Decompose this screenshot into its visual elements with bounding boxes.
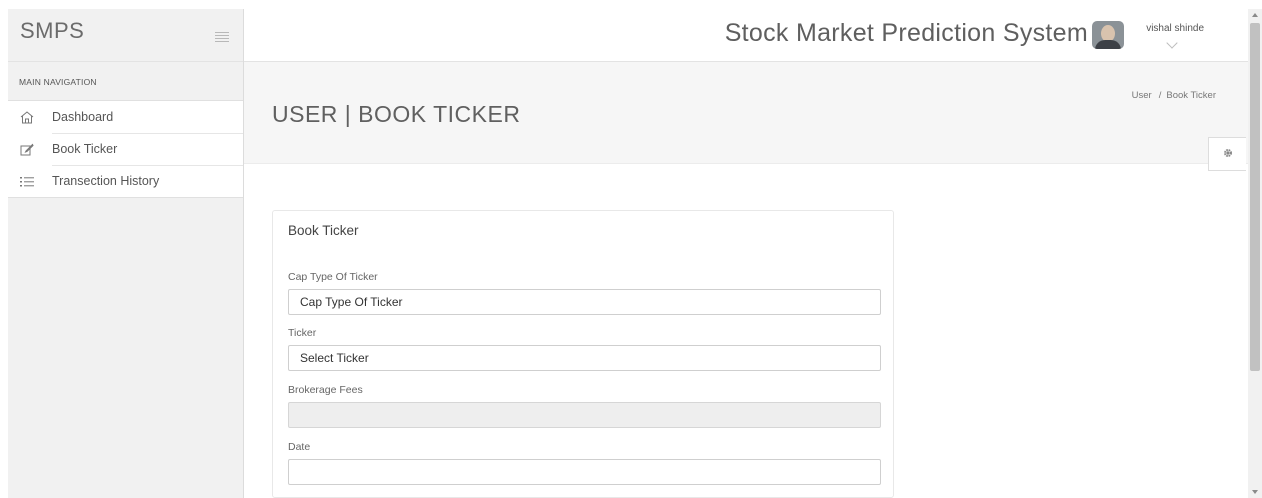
scroll-down-icon[interactable] <box>1252 490 1258 494</box>
breadcrumb-item-user[interactable]: User <box>1132 90 1152 101</box>
home-icon <box>8 110 52 124</box>
date-label: Date <box>288 441 311 453</box>
card-title: Book Ticker <box>288 223 359 238</box>
sidebar-item-dashboard[interactable]: Dashboard <box>8 101 243 133</box>
nav-heading: MAIN NAVIGATION <box>19 77 97 87</box>
sidebar-item-label: Dashboard <box>52 110 114 124</box>
cap-type-select[interactable]: Cap Type Of Ticker <box>288 289 881 315</box>
system-title: Stock Market Prediction System <box>724 19 1088 47</box>
sidebar-item-label: Transection History <box>52 174 160 188</box>
brand-logo[interactable]: SMPS <box>20 18 84 44</box>
breadcrumb: User / Book Ticker <box>1132 90 1216 101</box>
list-icon <box>8 176 52 187</box>
edit-icon <box>8 143 52 156</box>
sidebar: SMPS MAIN NAVIGATION Dashboard Book Tick… <box>8 9 244 498</box>
sidebar-nav: Dashboard Book Ticker Transection Histor… <box>8 100 243 198</box>
top-header: Stock Market Prediction System vishal sh… <box>244 9 1248 62</box>
sidebar-item-book-ticker[interactable]: Book Ticker <box>8 133 243 165</box>
sidebar-item-label: Book Ticker <box>52 142 118 156</box>
page-header: USER | BOOK TICKER User / Book Ticker <box>244 62 1248 164</box>
brokerage-fees-field <box>288 402 881 428</box>
page-title: USER | BOOK TICKER <box>272 101 521 127</box>
settings-button[interactable] <box>1208 137 1246 171</box>
breadcrumb-item-book-ticker: Book Ticker <box>1166 90 1216 101</box>
scroll-up-icon[interactable] <box>1252 13 1258 17</box>
avatar[interactable] <box>1092 21 1124 49</box>
ticker-select[interactable]: Select Ticker <box>288 345 881 371</box>
date-field[interactable] <box>288 459 881 485</box>
book-ticker-card: Book Ticker Cap Type Of Ticker Cap Type … <box>272 210 894 498</box>
scroll-thumb[interactable] <box>1250 23 1260 371</box>
ticker-label: Ticker <box>288 327 317 339</box>
page-scrollbar[interactable] <box>1248 9 1262 498</box>
brokerage-fees-label: Brokerage Fees <box>288 384 363 396</box>
breadcrumb-separator: / <box>1158 90 1162 101</box>
gear-icon <box>1223 145 1233 163</box>
user-name[interactable]: vishal shinde <box>1146 23 1204 34</box>
chevron-down-icon[interactable] <box>1166 37 1178 49</box>
menu-toggle-icon[interactable] <box>215 32 229 42</box>
brand-bar: SMPS <box>8 9 243 62</box>
sidebar-item-transection-history[interactable]: Transection History <box>8 165 243 197</box>
cap-type-label: Cap Type Of Ticker <box>288 271 378 283</box>
